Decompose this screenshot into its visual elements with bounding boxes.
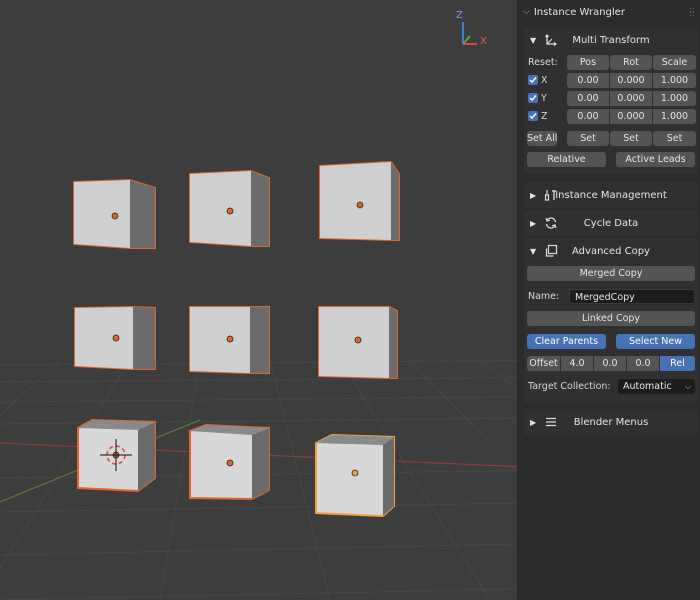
blender-menus-panel[interactable]: ▶ Blender Menus [524, 409, 698, 435]
x-rot-field[interactable]: 0.000 [610, 73, 652, 88]
cube[interactable] [189, 306, 270, 374]
advanced-copy-panel: ▼ Advanced Copy Merged Copy Name: Merged… [524, 238, 698, 403]
y-rot-field[interactable]: 0.000 [610, 91, 652, 106]
z-pos-field[interactable]: 0.00 [567, 109, 609, 124]
target-collection-label: Target Collection: [528, 381, 611, 392]
addon-header[interactable]: ⌵ Instance Wrangler :::: [517, 0, 700, 24]
name-label: Name: [528, 291, 560, 302]
z-axis-label: Z [541, 111, 548, 122]
axis-gizmo[interactable]: Z X [456, 10, 487, 47]
x-pos-field[interactable]: 0.00 [567, 73, 609, 88]
z-scale-field[interactable]: 1.000 [653, 109, 696, 124]
y-axis-label: Y [541, 93, 547, 104]
clear-parents-toggle[interactable]: Clear Parents [527, 334, 606, 349]
cycle-data-title: Cycle Data [583, 217, 639, 229]
set-all-button[interactable]: Set All [527, 131, 557, 146]
instance-management-header[interactable]: ▶ Instance Management [524, 182, 698, 208]
multi-transform-panel: ▼ Multi Transform Reset: Pos Rot Scale X… [524, 27, 698, 174]
active-leads-button[interactable]: Active Leads [616, 152, 695, 167]
cube[interactable] [319, 160, 400, 241]
y-checkbox[interactable] [528, 93, 538, 103]
grip-icon[interactable]: :::: [689, 6, 697, 18]
select-new-toggle[interactable]: Select New [616, 334, 695, 349]
name-input[interactable]: MergedCopy [569, 289, 695, 304]
x-axis-label: X [541, 75, 548, 86]
multi-transform-header[interactable]: ▼ Multi Transform [524, 27, 698, 53]
offset-z-field[interactable]: 0.0 [627, 356, 659, 371]
multi-transform-title: Multi Transform [572, 34, 650, 46]
z-checkbox[interactable] [528, 111, 538, 121]
instance-management-title: Instance Management [555, 189, 667, 201]
y-pos-field[interactable]: 0.00 [567, 91, 609, 106]
reset-label: Reset: [528, 57, 558, 68]
addon-title: Instance Wrangler [533, 6, 625, 18]
chevron-down-icon: ⌵ [684, 382, 691, 391]
reset-pos-button[interactable]: Pos [567, 55, 609, 70]
offset-y-field[interactable]: 0.0 [594, 356, 626, 371]
cube[interactable] [189, 169, 270, 247]
cycle-data-panel[interactable]: ▶ Cycle Data [524, 210, 698, 236]
set-rot-button[interactable]: Set [610, 131, 652, 146]
instance-management-panel[interactable]: ▶ Instance Management [524, 182, 698, 208]
offset-x-field[interactable]: 4.0 [561, 356, 593, 371]
gizmo-x-label: X [480, 36, 487, 47]
reset-rot-button[interactable]: Rot [610, 55, 652, 70]
rel-toggle[interactable]: Rel [660, 356, 695, 371]
gizmo-z-label: Z [456, 10, 463, 21]
chevron-down-icon[interactable]: ⌵ [523, 7, 530, 17]
blender-menus-title: Blender Menus [573, 416, 649, 428]
reset-scale-button[interactable]: Scale [653, 55, 696, 70]
offset-label: Offset [527, 356, 560, 371]
cube[interactable] [189, 423, 270, 501]
set-scale-button[interactable]: Set [653, 131, 696, 146]
cube[interactable] [74, 305, 156, 370]
blender-menus-header[interactable]: ▶ Blender Menus [524, 409, 698, 435]
y-scale-field[interactable]: 1.000 [653, 91, 696, 106]
cycle-data-header[interactable]: ▶ Cycle Data [524, 210, 698, 236]
active-cube[interactable] [315, 433, 395, 518]
cube[interactable] [73, 178, 156, 249]
x-checkbox[interactable] [528, 75, 538, 85]
target-collection-select[interactable]: Automatic ⌵ [618, 379, 695, 394]
x-scale-field[interactable]: 1.000 [653, 73, 696, 88]
z-rot-field[interactable]: 0.000 [610, 109, 652, 124]
relative-button[interactable]: Relative [527, 152, 606, 167]
set-pos-button[interactable]: Set [567, 131, 609, 146]
target-collection-value: Automatic [623, 381, 672, 392]
advanced-copy-title: Advanced Copy [572, 245, 650, 257]
linked-copy-button[interactable]: Linked Copy [527, 311, 695, 326]
advanced-copy-header[interactable]: ▼ Advanced Copy [524, 238, 698, 264]
sidebar-n-panel: ⌵ Instance Wrangler :::: ▼ Multi Transfo… [517, 0, 700, 600]
merged-copy-button[interactable]: Merged Copy [527, 266, 695, 281]
cube[interactable] [318, 306, 398, 379]
